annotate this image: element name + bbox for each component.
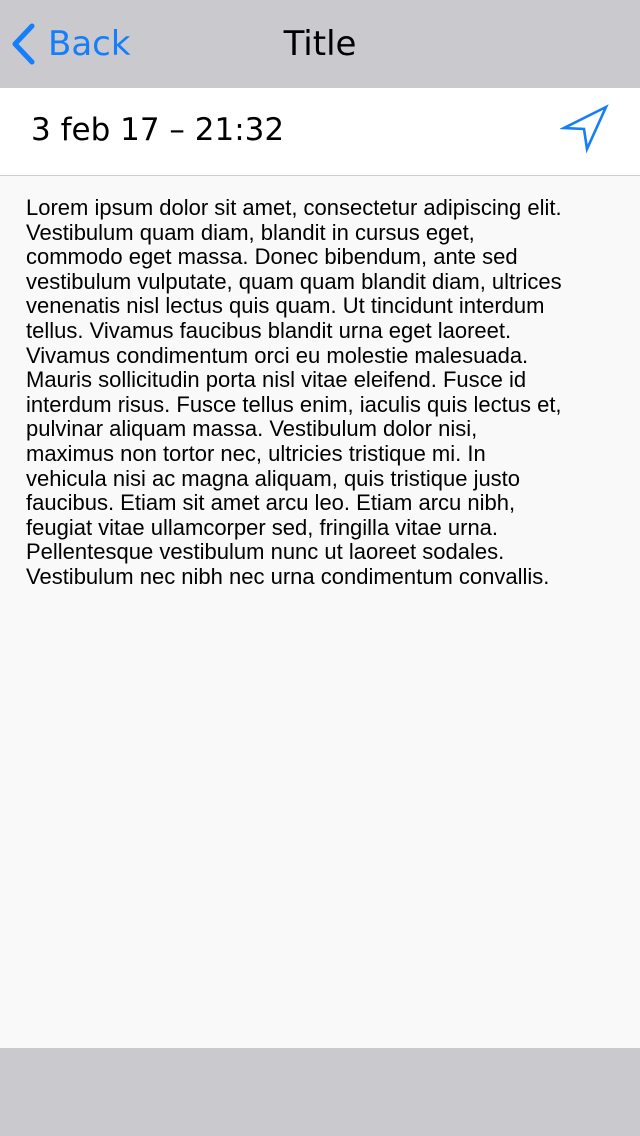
entry-date: 3 feb 17 – 21:32 — [31, 112, 285, 148]
location-button[interactable] — [558, 104, 612, 156]
date-row: 3 feb 17 – 21:32 — [0, 88, 640, 176]
navigation-bar: Back Title — [0, 0, 640, 88]
page-title: Title — [283, 24, 357, 64]
location-arrow-icon — [558, 104, 609, 154]
bottom-toolbar — [0, 1048, 640, 1136]
entry-body-text: Lorem ipsum dolor sit amet, consectetur … — [26, 195, 562, 589]
